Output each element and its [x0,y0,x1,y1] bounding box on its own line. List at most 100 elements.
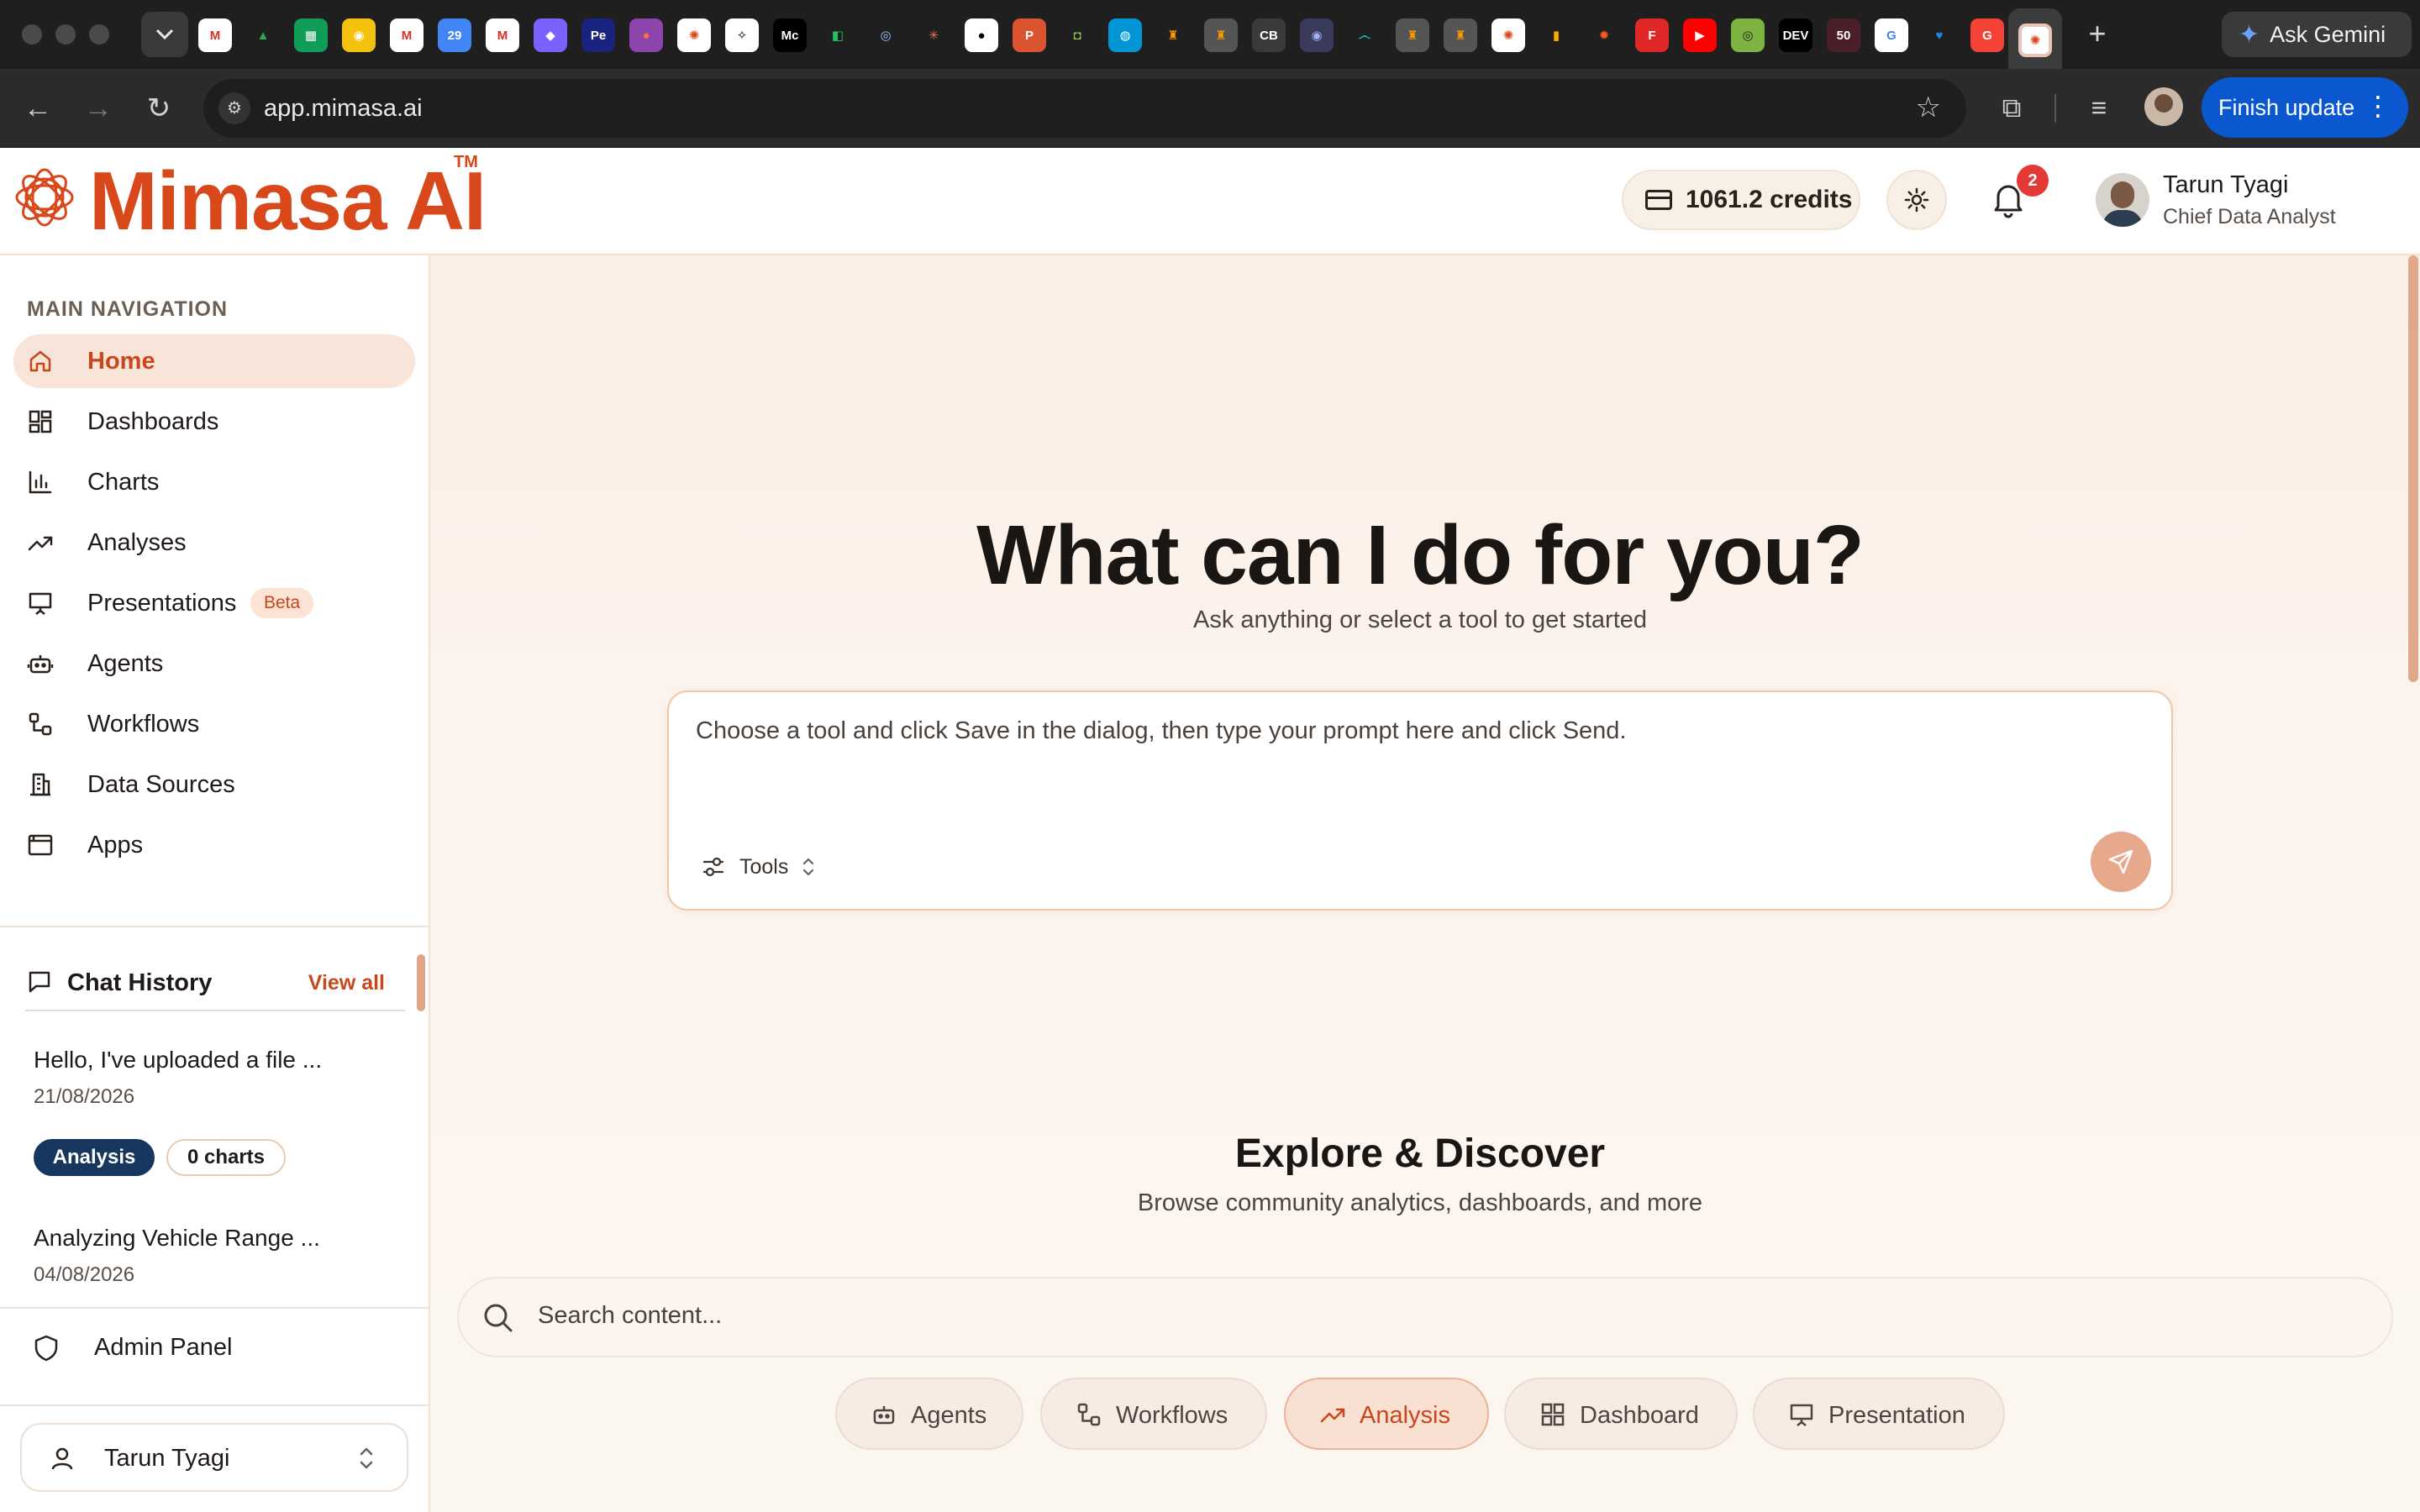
producthunt-icon[interactable]: P [1013,18,1046,52]
filter-label: Presentation [1828,1402,1965,1429]
hero-title: What can I do for you? [976,508,1865,602]
copilot-icon[interactable]: ◎ [869,18,902,52]
sliders-icon [702,857,724,877]
sidebar-item-data-sources[interactable]: Data Sources [13,758,415,811]
dashboards-icon [29,410,52,433]
window-close-button[interactable] [22,24,42,45]
media-control-icon[interactable]: ≡ [2079,87,2119,128]
toolbar-divider [2054,94,2056,123]
bookmark-star-icon[interactable]: ☆ [1916,91,1941,124]
grammarly-icon[interactable]: G [1970,18,2004,52]
flipboard-icon[interactable]: F [1635,18,1669,52]
sidebar-item-agents[interactable]: Agents [13,637,415,690]
claude-icon[interactable]: ✳ [917,18,950,52]
green-app-icon[interactable]: ◎ [1731,18,1765,52]
sidebar-item-home[interactable]: Home [13,334,415,388]
address-bar[interactable]: ⚙ app.mimasa.ai ☆ [203,79,1966,138]
emblem-icon-2[interactable]: ♜ [1204,18,1238,52]
app-icon[interactable]: ◘ [1060,18,1094,52]
ask-gemini-button[interactable]: ✦ Ask Gemini [2222,12,2412,57]
gmail-icon-2[interactable]: M [390,18,424,52]
prompt-input[interactable]: Choose a tool and click Save in the dial… [696,717,2124,745]
search-input[interactable] [538,1302,2302,1330]
extensions-icon[interactable]: ⧉ [1991,87,2032,128]
perplexity-icon[interactable]: ෴ [1348,18,1381,52]
tools-label: Tools [739,854,789,879]
emblem-icon[interactable]: ♜ [1156,18,1190,52]
finish-update-button[interactable]: Finish update ⋮ [2202,77,2408,138]
send-button[interactable] [2091,832,2151,892]
sidebar-item-dashboards[interactable]: Dashboards [13,395,415,449]
filter-workflows[interactable]: Workflows [1040,1378,1267,1450]
globe-icon[interactable]: ◍ [1108,18,1142,52]
google-drive-icon[interactable]: ▲ [246,18,280,52]
analytics-icon[interactable]: ▮ [1539,18,1573,52]
sidebar-item-analyses[interactable]: Analyses [13,516,415,570]
crunchbase-icon[interactable]: CB [1252,18,1286,52]
filter-analysis[interactable]: Analysis [1284,1378,1489,1450]
sidebar-item-charts[interactable]: Charts [13,455,415,509]
chat-date: 21/08/2026 [34,1085,135,1108]
logo-text[interactable]: Mimasa AI [89,155,487,247]
openai-icon[interactable]: ✧ [725,18,759,52]
window-minimize-button[interactable] [55,24,76,45]
view-all-link[interactable]: View all [308,971,385,995]
site-info-icon[interactable]: ⚙ [218,92,250,124]
calendar-icon[interactable]: 29 [438,18,471,52]
tools-button[interactable]: Tools [701,845,835,889]
mimasa-tab-icon[interactable]: ✺ [677,18,711,52]
mimasa-logo-icon[interactable] [13,166,76,228]
youtube-icon[interactable]: ▶ [1683,18,1717,52]
shape-icon[interactable]: ● [629,18,663,52]
sidebar-item-workflows[interactable]: Workflows [13,697,415,751]
gmail-icon[interactable]: M [198,18,232,52]
back-arrow-icon[interactable]: ← [18,89,57,128]
google-icon[interactable]: G [1875,18,1908,52]
chat-history-scrollbar[interactable] [417,954,425,1011]
heart-icon[interactable]: ♥ [1923,18,1956,52]
comet-icon[interactable]: ◆ [534,18,567,52]
ask-gemini-label: Ask Gemini [2270,21,2386,47]
user-switcher[interactable]: Tarun Tyagi [20,1423,408,1492]
chat-title[interactable]: Analyzing Vehicle Range ... [34,1225,320,1252]
emblem-icon-3[interactable]: ♜ [1396,18,1429,52]
theme-toggle-button[interactable] [1886,170,1947,230]
filter-presentation[interactable]: Presentation [1753,1378,2005,1450]
home-icon [29,350,51,372]
filter-agents[interactable]: Agents [835,1378,1023,1450]
tab-mimasa-active[interactable]: ✺ [2008,8,2062,69]
sidebar-item-apps[interactable]: Apps [13,818,415,872]
medium-icon[interactable]: Mc [773,18,807,52]
fifty-icon[interactable]: 50 [1827,18,1860,52]
orange-icon[interactable]: ✹ [1587,18,1621,52]
new-tab-button[interactable]: + [2079,15,2116,52]
explore-subtitle: Browse community analytics, dashboards, … [1137,1189,1703,1216]
tab-search-button[interactable] [141,12,188,57]
dev-icon[interactable]: DEV [1779,18,1812,52]
keep-icon[interactable]: ◉ [342,18,376,52]
mimasa-tab-icon-2[interactable]: ✺ [1491,18,1525,52]
sidebar-item-label: Data Sources [87,771,235,798]
user-avatar[interactable] [2096,173,2149,227]
admin-panel-link[interactable]: Admin Panel [0,1309,429,1389]
chat-title[interactable]: Hello, I've uploaded a file ... [34,1047,322,1074]
sidebar-item-presentations[interactable]: Presentations Beta [13,576,415,630]
browser-profile-avatar[interactable] [2144,87,2183,126]
trending-up-icon [1320,1408,1345,1423]
search-icon [484,1304,513,1332]
reload-icon[interactable]: ↻ [139,89,178,128]
credits-badge[interactable]: 1061.2 credits [1622,170,1860,230]
emblem-icon-4[interactable]: ♜ [1444,18,1477,52]
forward-arrow-icon[interactable]: → [79,89,118,128]
filter-dashboard[interactable]: Dashboard [1504,1378,1738,1450]
sheets-icon[interactable]: ▦ [294,18,328,52]
circle-icon[interactable]: ◉ [1300,18,1334,52]
more-menu-icon[interactable]: ⋮ [2365,91,2391,121]
pe-icon[interactable]: Pe [581,18,615,52]
user-name[interactable]: Tarun Tyagi [2163,171,2288,199]
gmail-icon-3[interactable]: M [486,18,519,52]
notion-icon[interactable]: ◧ [821,18,855,52]
github-icon[interactable]: ● [965,18,998,52]
admin-panel-label: Admin Panel [94,1334,233,1361]
window-maximize-button[interactable] [89,24,109,45]
